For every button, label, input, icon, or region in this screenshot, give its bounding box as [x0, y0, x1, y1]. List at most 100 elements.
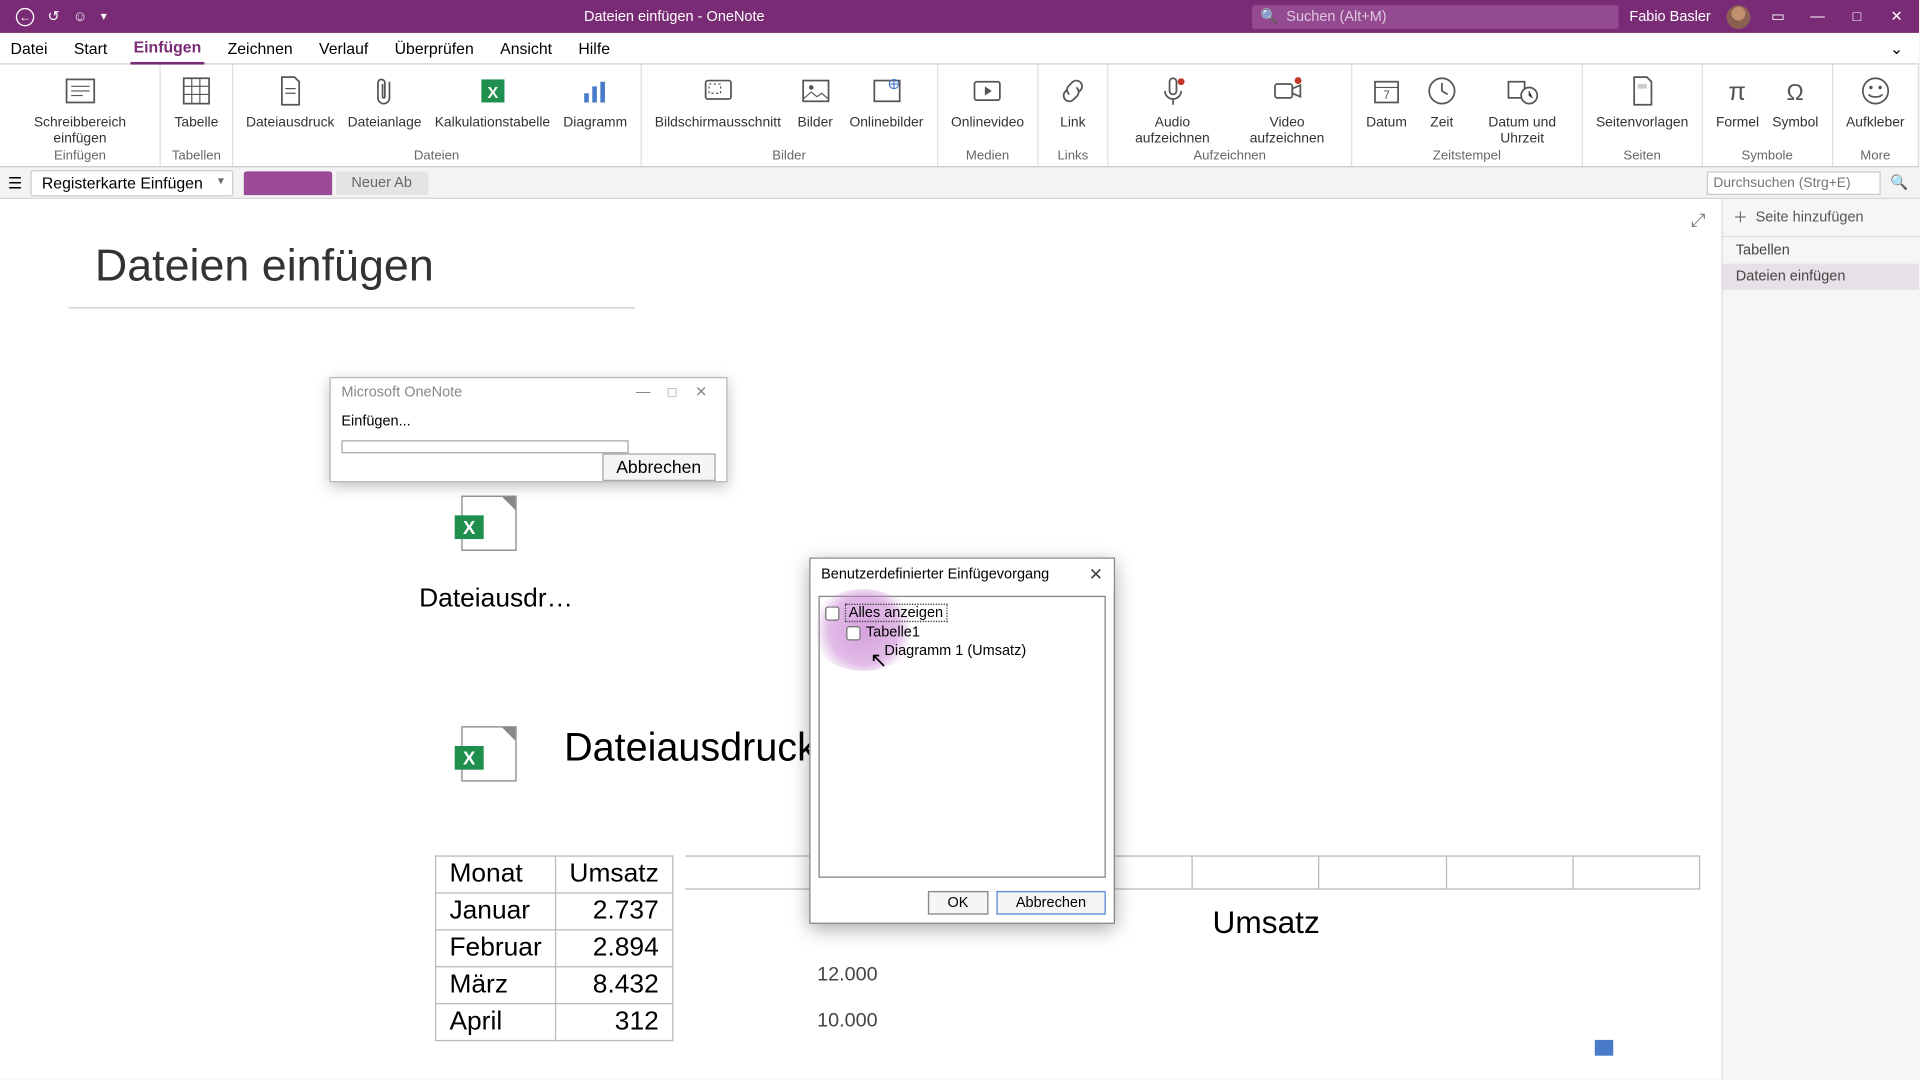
ribbon-kalkulationstabelle[interactable]: X Kalkulationstabelle	[429, 67, 555, 133]
ribbon-icon: Ω	[1774, 70, 1816, 112]
cancel-button[interactable]: Abbrechen	[996, 891, 1106, 915]
page-list-item[interactable]: Dateien einfügen	[1723, 264, 1919, 290]
document-title: Dateien einfügen	[584, 9, 694, 25]
user-avatar[interactable]	[1727, 5, 1751, 29]
table-cell: 2.737	[556, 893, 673, 930]
ribbon-diagramm[interactable]: Diagramm	[558, 67, 632, 133]
ribbon-video-aufzeichnen[interactable]: Video aufzeichnen	[1231, 67, 1343, 149]
ribbon-bilder[interactable]: Bilder	[789, 67, 842, 133]
checkbox[interactable]	[825, 606, 839, 620]
ribbon-tabelle[interactable]: Tabelle	[169, 67, 223, 133]
file-label-2[interactable]: Dateiausdruck	[564, 726, 817, 771]
file-label-1[interactable]: Dateiausdr…	[419, 584, 573, 614]
ribbon-bildschirmausschnitt[interactable]: Bildschirmausschnitt	[650, 67, 787, 133]
tab-hilfe[interactable]: Hilfe	[576, 34, 613, 63]
menu-tabs: Datei Start Einfügen Zeichnen Verlauf Üb…	[0, 33, 1919, 65]
ribbon-seitenvorlagen[interactable]: Seitenvorlagen	[1591, 67, 1694, 133]
svg-text:Ω: Ω	[1787, 79, 1804, 105]
ribbon-onlinebilder[interactable]: Onlinebilder	[844, 67, 928, 133]
table-cell: April	[436, 1004, 556, 1041]
tab-ueberpruefen[interactable]: Überprüfen	[392, 34, 476, 63]
ribbon-icon	[865, 70, 907, 112]
ribbon-icon: 7	[1365, 70, 1407, 112]
ribbon-group-name: Einfügen	[8, 149, 152, 166]
tree-row-root[interactable]: Alles anzeigen	[825, 602, 1099, 623]
ribbon-label: Seitenvorlagen	[1596, 115, 1688, 131]
ribbon-icon	[697, 70, 739, 112]
maximize-icon[interactable]: □	[658, 384, 687, 400]
ribbon-group-name: Seiten	[1591, 149, 1694, 166]
minimize-icon[interactable]: —	[1806, 9, 1830, 25]
excel-file-icon[interactable]	[461, 496, 516, 551]
search-icon: 🔍	[1260, 8, 1278, 25]
maximize-icon[interactable]: □	[1845, 9, 1869, 25]
table-cell: Januar	[436, 893, 556, 930]
tab-zeichnen[interactable]: Zeichnen	[225, 34, 295, 63]
col-header: Monat	[436, 856, 556, 893]
close-icon[interactable]: ✕	[1089, 564, 1103, 585]
add-page-button[interactable]: ＋ Seite hinzufügen	[1723, 199, 1919, 237]
ribbon-dateianlage[interactable]: Dateianlage	[342, 67, 426, 133]
ribbon-symbol[interactable]: ΩSymbol	[1767, 67, 1824, 133]
section-tab-new[interactable]: Neuer Ab	[336, 171, 428, 195]
tab-verlauf[interactable]: Verlauf	[316, 34, 371, 63]
cancel-button[interactable]: Abbrechen	[602, 453, 716, 481]
emoji-icon[interactable]: ☺	[73, 9, 88, 25]
ribbon-mode-icon[interactable]: ▭	[1766, 8, 1790, 25]
minimize-icon[interactable]: —	[629, 384, 658, 400]
ribbon-dateiausdruck[interactable]: Dateiausdruck	[241, 67, 340, 133]
page-list-item[interactable]: Tabellen	[1723, 237, 1919, 263]
collapse-ribbon-icon[interactable]: ⌄	[1887, 34, 1906, 63]
close-icon[interactable]: ✕	[1885, 8, 1909, 25]
tree-label: Diagramm 1 (Umsatz)	[884, 643, 1026, 659]
dialog-title: Benutzerdefinierter Einfügevorgang	[821, 567, 1089, 583]
notebook-dropdown[interactable]: Registerkarte Einfügen	[30, 169, 233, 195]
back-icon[interactable]: ←	[16, 7, 34, 25]
svg-text:7: 7	[1383, 90, 1389, 102]
excel-file-icon[interactable]	[461, 726, 516, 781]
search-icon[interactable]: 🔍	[1885, 175, 1914, 191]
page-canvas[interactable]: ⤢ Dateien einfügen Dateiausdr… Dateiausd…	[0, 199, 1721, 1079]
ribbon-label: Aufkleber	[1846, 115, 1904, 131]
tree-label: Alles anzeigen	[845, 604, 947, 622]
tab-ansicht[interactable]: Ansicht	[498, 34, 555, 63]
custom-insert-dialog: Benutzerdefinierter Einfügevorgang ✕ All…	[809, 558, 1115, 924]
ribbon-label: Bilder	[797, 115, 832, 131]
checkbox[interactable]	[846, 625, 860, 639]
table-cell: März	[436, 967, 556, 1004]
undo-icon[interactable]: ↺	[47, 8, 59, 25]
ribbon-datum-und-uhrzeit[interactable]: Datum und Uhrzeit	[1471, 67, 1574, 149]
ribbon-label: Datum und Uhrzeit	[1476, 115, 1568, 147]
close-icon[interactable]: ✕	[687, 384, 716, 401]
tree-row-sheet[interactable]: Tabelle1	[825, 623, 1099, 641]
search-box[interactable]: 🔍 Suchen (Alt+M)	[1252, 5, 1618, 29]
section-tab-active[interactable]	[244, 171, 332, 195]
nav-toggle-icon[interactable]: ☰	[8, 173, 22, 191]
ribbon-aufkleber[interactable]: Aufkleber	[1841, 67, 1910, 133]
ribbon-audio-aufzeichnen[interactable]: Audio aufzeichnen	[1116, 67, 1228, 149]
add-page-label: Seite hinzufügen	[1756, 210, 1864, 226]
ribbon-label: Audio aufzeichnen	[1122, 115, 1224, 147]
ribbon-formel[interactable]: πFormel	[1711, 67, 1765, 133]
data-table: MonatUmsatz Januar2.737 Februar2.894 Mär…	[435, 855, 673, 1041]
ribbon-datum[interactable]: 7Datum	[1360, 67, 1413, 133]
ribbon-onlinevideo[interactable]: Onlinevideo	[946, 67, 1030, 133]
progress-status: Einfügen...	[341, 414, 715, 430]
ok-button[interactable]: OK	[928, 891, 989, 915]
ribbon-icon: X	[471, 70, 513, 112]
tab-einfuegen[interactable]: Einfügen	[131, 32, 204, 64]
ribbon-zeit[interactable]: Zeit	[1415, 67, 1468, 133]
ribbon-link[interactable]: Link	[1047, 67, 1100, 133]
ribbon-icon	[794, 70, 836, 112]
ribbon-label: Diagramm	[563, 115, 627, 131]
ribbon-schreibbereich-einfügen[interactable]: Schreibbereich einfügen	[8, 67, 152, 149]
user-name[interactable]: Fabio Basler	[1629, 9, 1710, 25]
tab-datei[interactable]: Datei	[8, 34, 50, 63]
tree-row-chart[interactable]: Diagramm 1 (Umsatz)	[825, 642, 1099, 660]
title-underline	[69, 307, 636, 308]
page-title[interactable]: Dateien einfügen	[95, 241, 434, 292]
expand-icon[interactable]: ⤢	[1691, 210, 1706, 232]
ribbon-label: Kalkulationstabelle	[435, 115, 550, 131]
tab-start[interactable]: Start	[71, 34, 110, 63]
section-search-input[interactable]	[1707, 171, 1881, 195]
